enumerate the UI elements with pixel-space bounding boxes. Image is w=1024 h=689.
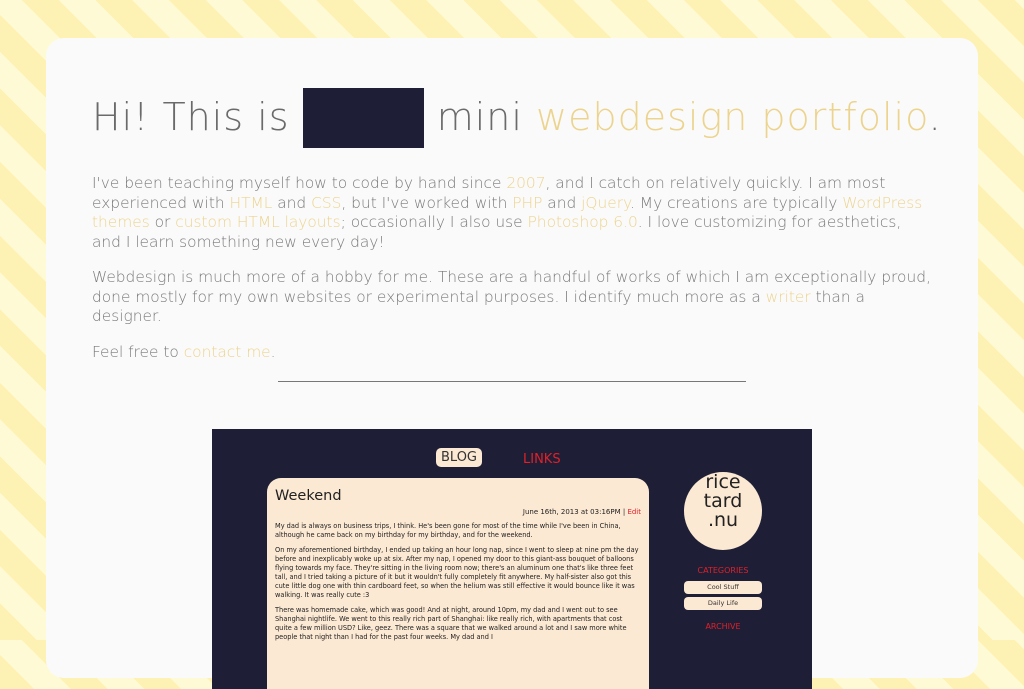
hobby-paragraph: Webdesign is much more of a hobby for me…: [92, 268, 932, 327]
portfolio-screenshot[interactable]: BLOG LINKS Weekend June 16th, 2013 at 03…: [212, 429, 812, 689]
title-period: .: [928, 95, 942, 139]
preview-post: Weekend June 16th, 2013 at 03:16PM | Edi…: [267, 478, 649, 689]
preview-nav-blog: BLOG: [436, 448, 483, 467]
html-link[interactable]: HTML: [230, 194, 273, 212]
intro-text-6: . My creations are typically: [630, 193, 843, 212]
preview-post-edit: Edit: [627, 508, 641, 516]
preview-post-meta: June 16th, 2013 at 03:16PM | Edit: [275, 508, 641, 516]
custom-html-link[interactable]: custom HTML layouts: [175, 213, 340, 231]
contact-text-2: .: [270, 342, 276, 361]
css-link[interactable]: CSS: [311, 194, 341, 212]
contact-link[interactable]: contact me: [184, 343, 271, 361]
page-title: Hi! This is mini webdesign portfolio.: [92, 88, 941, 148]
intro-text-5: and: [542, 193, 582, 212]
portfolio-card: Hi! This is mini webdesign portfolio. I'…: [46, 38, 978, 689]
intro-text-1: I've been teaching myself how to code by…: [92, 174, 507, 192]
contact-paragraph: Feel free to contact me.: [92, 343, 932, 363]
preview-nav-links: LINKS: [523, 452, 561, 467]
preview-archive-heading: ARCHIVE: [705, 622, 741, 631]
preview-category-item: Cool Stuff: [684, 581, 762, 594]
preview-post-paragraph: My dad is always on business trips, I th…: [275, 522, 621, 539]
preview-logo-line: .nu: [707, 509, 739, 531]
preview-post-date: June 16th, 2013 at 03:16PM |: [522, 508, 626, 516]
intro-paragraph: I've been teaching myself how to code by…: [92, 174, 932, 252]
title-accent: webdesign portfolio: [536, 95, 929, 139]
intro-text-3: and: [272, 193, 312, 212]
preview-category-item: Daily Life: [684, 597, 762, 610]
section-divider: [278, 381, 746, 382]
preview-logo: rice tard .nu: [684, 472, 762, 550]
jquery-link[interactable]: jQuery: [581, 194, 630, 212]
intro-text-4: , but I've worked with: [341, 193, 513, 212]
preview-post-paragraph: There was homemade cake, which was good!…: [275, 606, 627, 641]
preview-post-title: Weekend: [275, 488, 342, 504]
writer-link[interactable]: writer: [766, 288, 811, 306]
intro-text-8: ; occasionally I also use: [340, 213, 528, 231]
intro-section: Hi! This is mini webdesign portfolio. I'…: [92, 88, 941, 378]
preview-post-paragraph: On my aforementioned birthday, I ended u…: [275, 546, 639, 599]
preview-categories-heading: CATEGORIES: [697, 566, 749, 575]
redacted-name: [302, 88, 424, 148]
title-mini: mini: [436, 95, 523, 139]
php-link[interactable]: PHP: [512, 194, 542, 212]
photoshop-link[interactable]: Photoshop 6.0: [528, 213, 638, 231]
year-link[interactable]: 2007: [506, 174, 545, 192]
intro-text-7: or: [149, 213, 176, 231]
contact-text-1: Feel free to: [92, 342, 184, 361]
title-greeting: Hi! This is: [92, 95, 290, 139]
